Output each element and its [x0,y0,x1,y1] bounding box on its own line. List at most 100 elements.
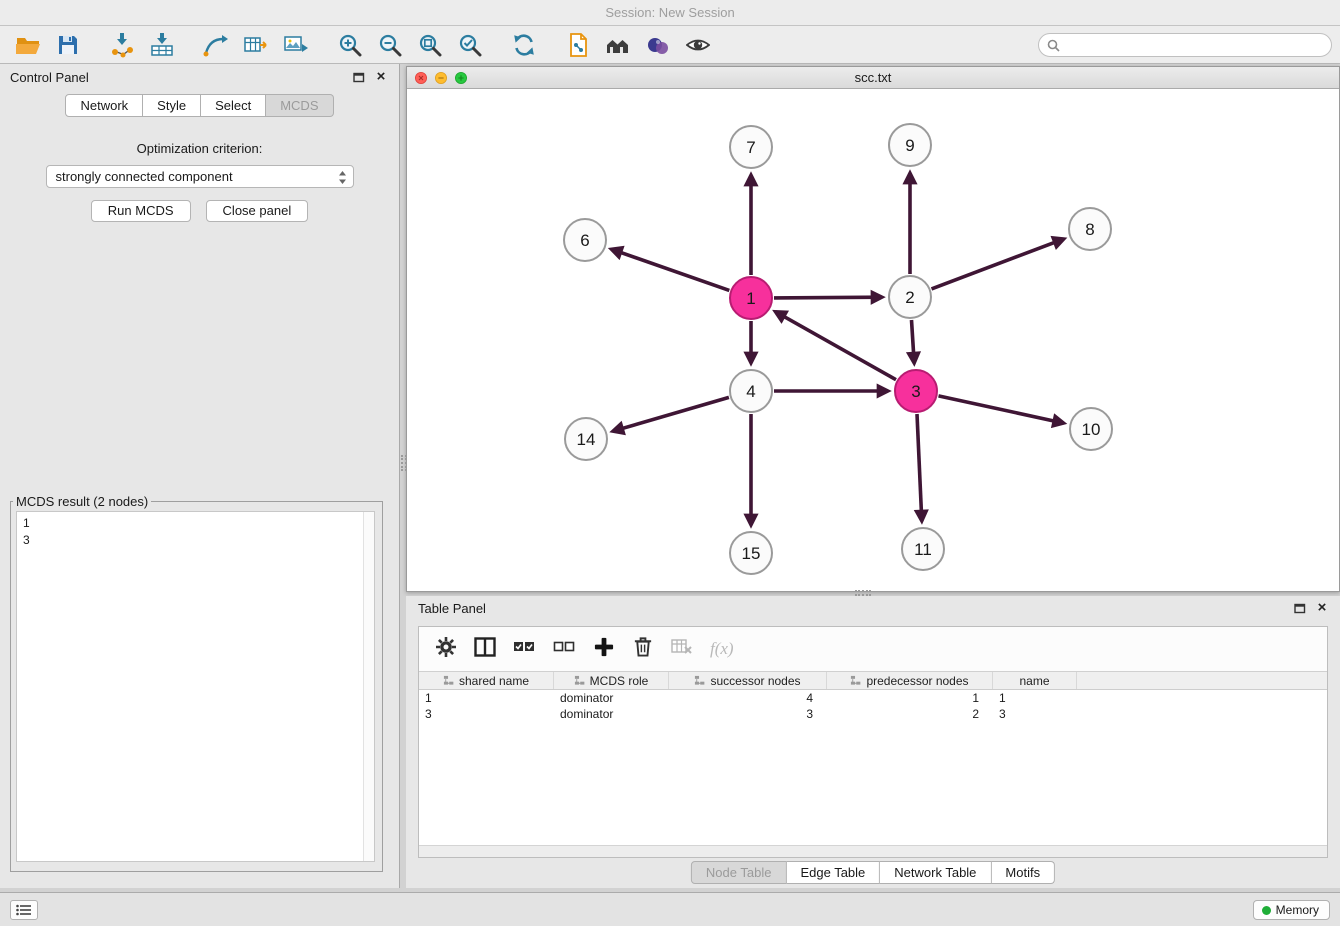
graph-node-7[interactable]: 7 [730,126,772,168]
memory-status-icon [1262,906,1271,915]
control-panel-close-button[interactable]: × [373,70,389,84]
zoom-in-button[interactable] [330,29,370,61]
tab-node-table[interactable]: Node Table [691,861,787,884]
graph-node-8[interactable]: 8 [1069,208,1111,250]
tab-style[interactable]: Style [143,94,201,117]
table-settings-button[interactable] [435,636,457,663]
import-network-button[interactable] [102,29,142,61]
add-column-button[interactable] [593,636,615,663]
close-window-icon[interactable] [415,72,427,84]
run-mcds-button[interactable]: Run MCDS [91,200,191,222]
close-panel-button[interactable]: Close panel [206,200,309,222]
graph-edge-3-11[interactable] [917,414,922,521]
export-table-button[interactable] [236,29,276,61]
cell-shared-name[interactable]: 3 [419,706,554,722]
first-neighbors-button[interactable] [598,29,638,61]
graph-node-2[interactable]: 2 [889,276,931,318]
tab-mcds[interactable]: MCDS [266,94,333,117]
deselect-all-button[interactable] [553,637,576,661]
graph-edge-3-1[interactable] [775,312,896,380]
houses-icon [605,34,631,56]
cell-successor-nodes[interactable]: 3 [669,706,827,722]
tab-edge-table[interactable]: Edge Table [786,861,880,884]
network-window-title: scc.txt [407,67,1339,89]
graph-edge-4-14[interactable] [613,397,729,431]
criterion-dropdown[interactable]: strongly connected component [46,165,354,188]
cell-shared-name[interactable]: 1 [419,690,554,706]
cell-successor-nodes[interactable]: 4 [669,690,827,706]
column-header-name[interactable]: name [993,672,1077,689]
tab-network-table[interactable]: Network Table [880,861,991,884]
delete-table-button[interactable] [671,637,693,661]
zoom-window-icon[interactable] [455,72,467,84]
graph-edge-1-6[interactable] [611,249,729,290]
zoom-selected-button[interactable] [450,29,490,61]
save-session-button[interactable] [48,29,88,61]
open-session-button[interactable] [8,29,48,61]
cell-mcds-role[interactable]: dominator [554,690,669,706]
table-panel-float-button[interactable] [1292,601,1308,615]
control-panel-float-button[interactable] [351,70,367,84]
task-history-button[interactable] [10,900,38,920]
graph-edge-3-10[interactable] [939,396,1064,423]
table-row[interactable]: 3 dominator 3 2 3 [419,706,1327,722]
graph-node-4[interactable]: 4 [730,370,772,412]
graph-node-label: 6 [580,231,589,250]
copy-network-button[interactable] [558,29,598,61]
cell-name[interactable]: 3 [993,706,1077,722]
column-label: shared name [459,674,529,688]
import-table-button[interactable] [142,29,182,61]
delete-column-button[interactable] [632,635,654,663]
graph-node-1[interactable]: 1 [730,277,772,319]
show-hide-button[interactable] [678,29,718,61]
cell-predecessor-nodes[interactable]: 2 [827,706,993,722]
minimize-window-icon[interactable] [435,72,447,84]
cell-name[interactable]: 1 [993,690,1077,706]
column-header-shared-name[interactable]: shared name [419,672,554,689]
vertical-splitter-handle[interactable] [401,455,407,471]
graph-node-14[interactable]: 14 [565,418,607,460]
show-columns-button[interactable] [474,636,496,663]
memory-button[interactable]: Memory [1253,900,1330,920]
graph-node-3[interactable]: 3 [895,370,937,412]
column-label: predecessor nodes [866,674,968,688]
zoom-fit-button[interactable] [410,29,450,61]
tab-select[interactable]: Select [201,94,266,117]
column-header-predecessor-nodes[interactable]: predecessor nodes [827,672,993,689]
graph-node-10[interactable]: 10 [1070,408,1112,450]
network-graph[interactable]: 7 9 6 8 1 2 4 3 14 10 15 11 [407,89,1339,591]
column-header-mcds-role[interactable]: MCDS role [554,672,669,689]
graph-node-15[interactable]: 15 [730,532,772,574]
save-floppy-icon [56,33,80,57]
new-network-button[interactable] [196,29,236,61]
optimization-criterion-label: Optimization criterion: [0,141,399,156]
network-canvas[interactable]: 7 9 6 8 1 2 4 3 14 10 15 11 [407,89,1339,591]
graph-edge-1-2[interactable] [774,297,882,298]
style-button[interactable] [638,29,678,61]
graph-edge-2-3[interactable] [912,320,915,363]
search-input[interactable] [1065,38,1323,52]
select-all-button[interactable] [513,637,536,661]
zoom-out-button[interactable] [370,29,410,61]
table-panel-close-button[interactable]: × [1314,601,1330,615]
criterion-dropdown-value: strongly connected component [56,169,233,184]
tab-network[interactable]: Network [65,94,143,117]
table-horizontal-scrollbar[interactable] [419,845,1327,857]
cell-mcds-role[interactable]: dominator [554,706,669,722]
dropdown-stepper-icon [338,170,347,191]
graph-node-label: 7 [746,138,755,157]
export-image-button[interactable] [276,29,316,61]
function-builder-button[interactable]: f(x) [710,639,734,659]
graph-node-11[interactable]: 11 [902,528,944,570]
column-header-successor-nodes[interactable]: successor nodes [669,672,827,689]
table-row[interactable]: 1 dominator 4 1 1 [419,690,1327,706]
control-panel-header: Control Panel × [0,64,399,90]
graph-node-9[interactable]: 9 [889,124,931,166]
result-scrollbar[interactable] [363,512,374,861]
tab-motifs[interactable]: Motifs [991,861,1055,884]
cell-predecessor-nodes[interactable]: 1 [827,690,993,706]
graph-node-6[interactable]: 6 [564,219,606,261]
apply-layout-button[interactable] [504,29,544,61]
column-type-icon [850,675,861,686]
graph-edge-2-8[interactable] [932,239,1064,289]
